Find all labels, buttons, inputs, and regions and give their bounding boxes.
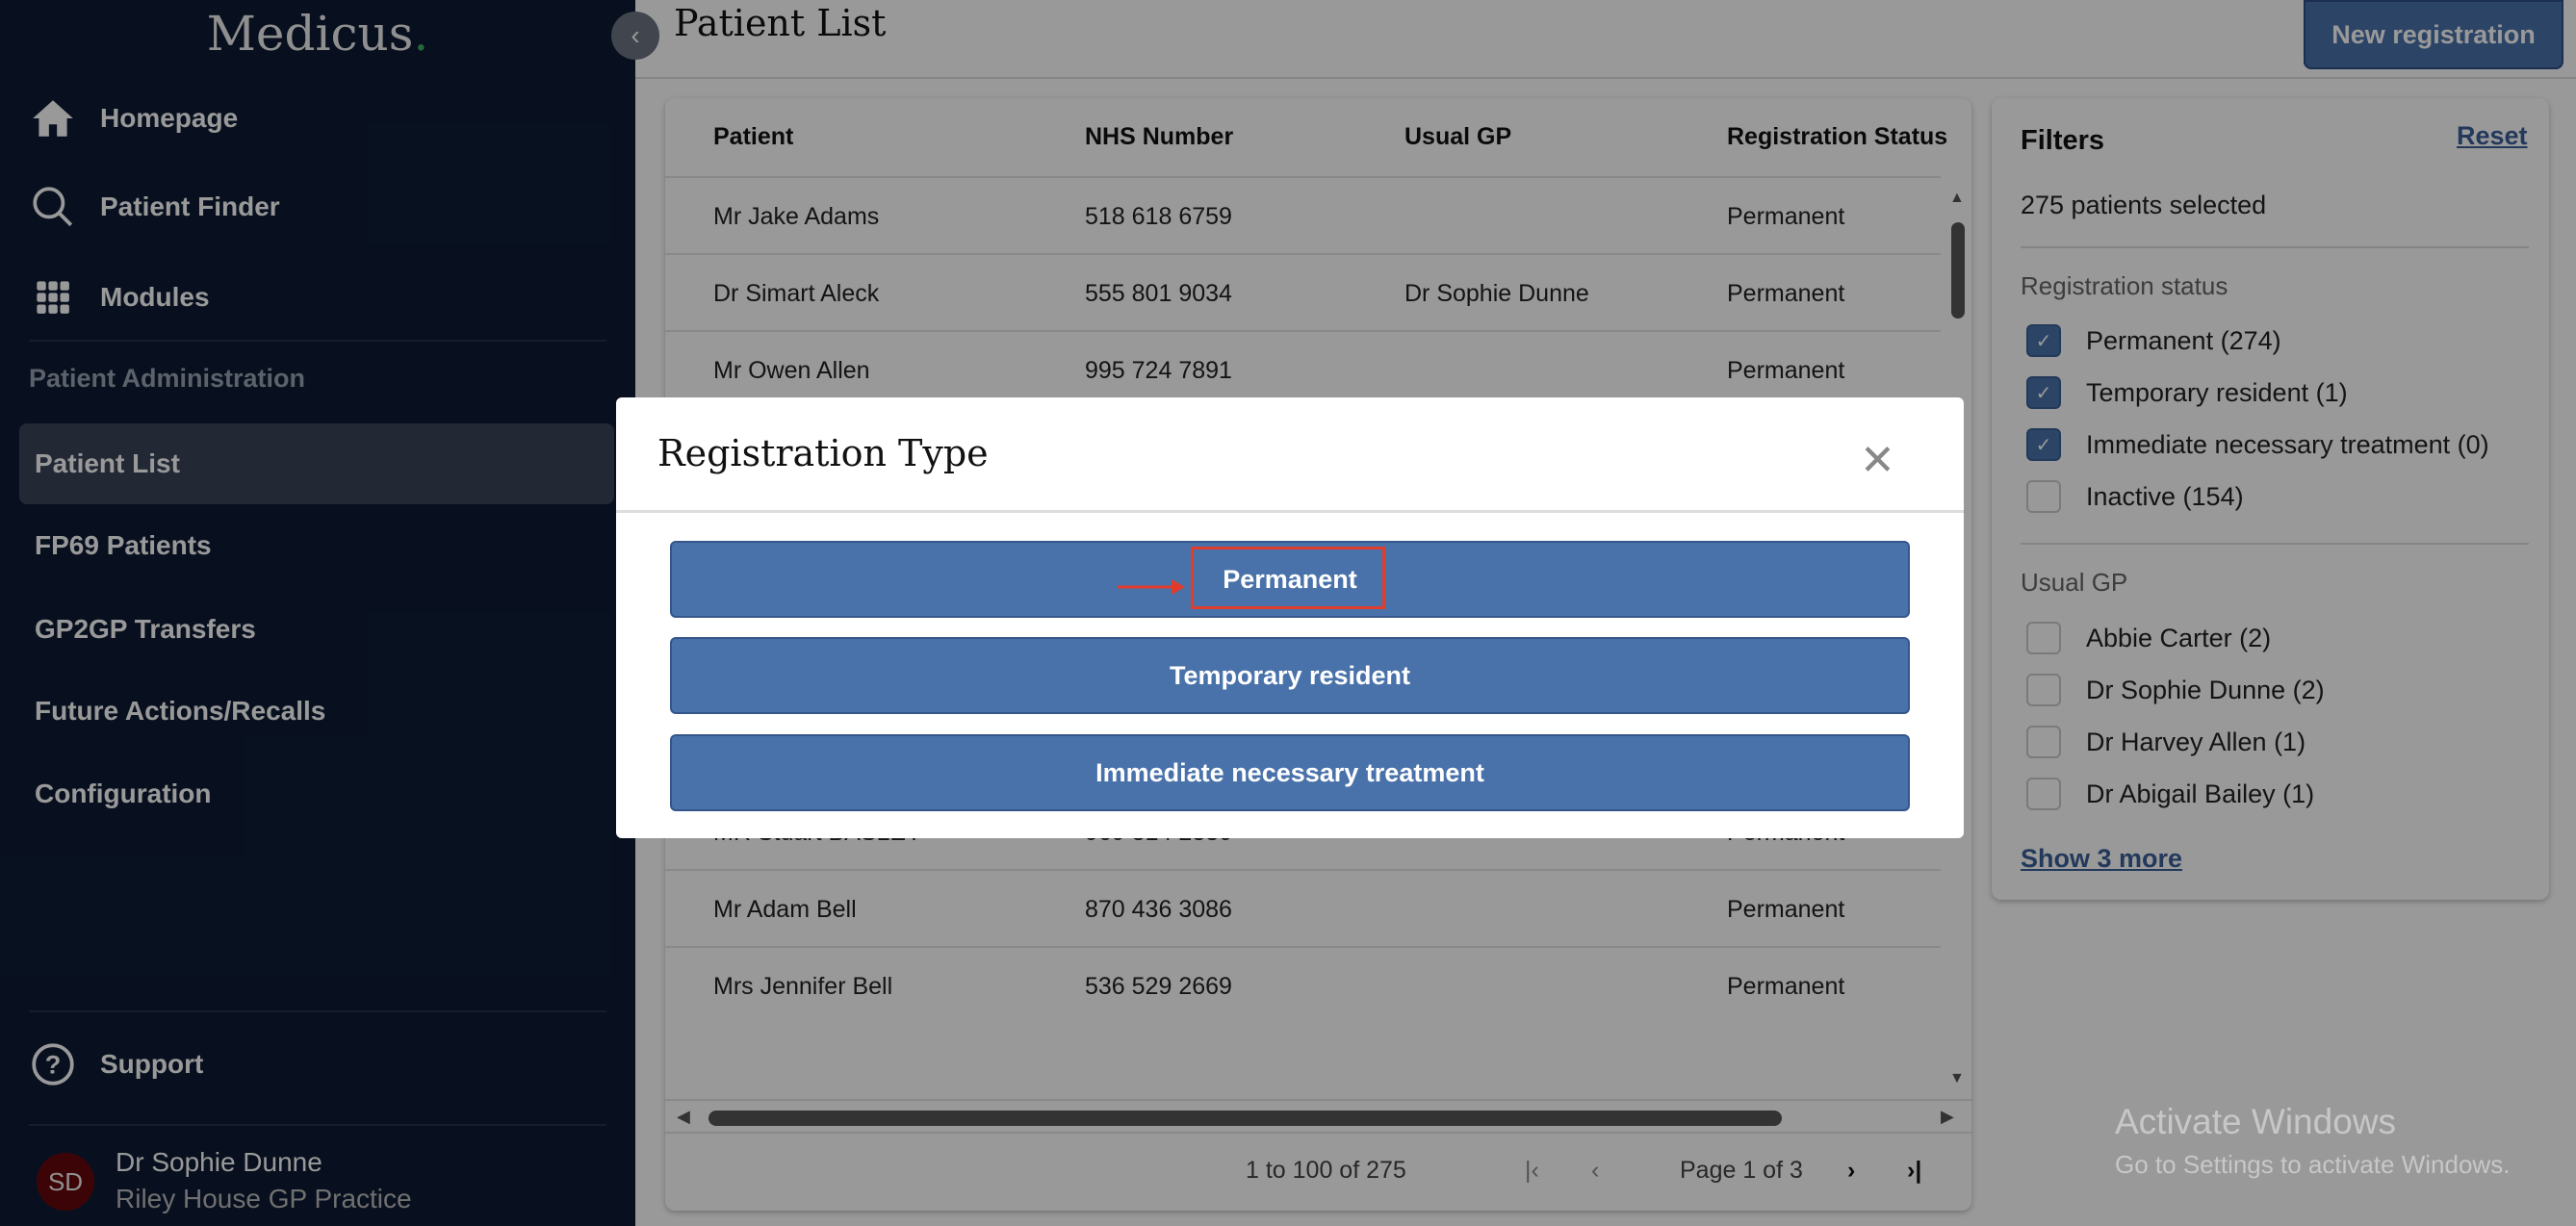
divider xyxy=(616,510,1964,513)
immediate-necessary-treatment-button[interactable]: Immediate necessary treatment xyxy=(670,734,1910,811)
annotation-arrow-icon xyxy=(1118,576,1185,598)
activate-windows-title: Activate Windows xyxy=(2115,1102,2396,1142)
registration-type-dialog: Registration Type ✕ Permanent Temporary … xyxy=(616,397,1964,838)
activate-windows-subtitle: Go to Settings to activate Windows. xyxy=(2115,1150,2510,1180)
temporary-resident-button[interactable]: Temporary resident xyxy=(670,637,1910,714)
dialog-title: Registration Type xyxy=(657,432,989,474)
close-icon[interactable]: ✕ xyxy=(1860,436,1895,485)
annotation-highlight-box xyxy=(1191,547,1385,609)
